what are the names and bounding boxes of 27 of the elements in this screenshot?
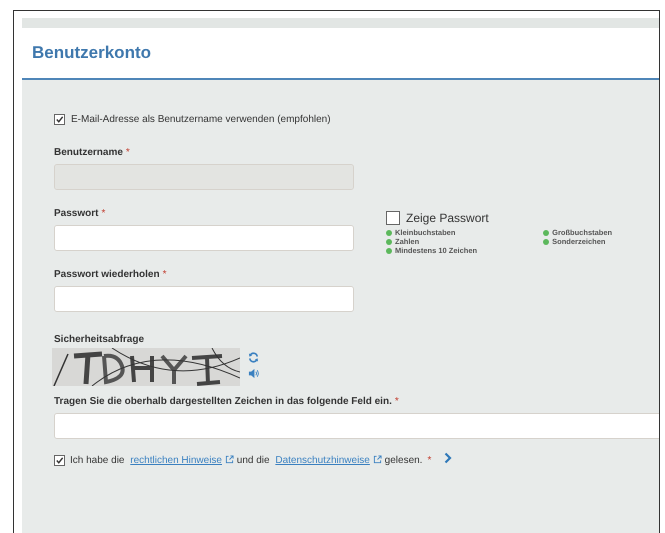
link[interactable]: rechtlichen Hinweise: [130, 455, 222, 466]
required-mark: *: [427, 455, 432, 466]
checkbox-label: E-Mail-Adresse als Benutzername verwenden (empfohlen): [71, 114, 331, 125]
required-mark: *: [101, 208, 106, 219]
checkbox-label: Zeige Passwort: [406, 211, 489, 225]
external-link-icon[interactable]: [225, 455, 234, 464]
field-label: Passwort: [54, 208, 98, 219]
consent-text: Ich habe die rechtlichen Hinweise und die Datenschutzhinweise gelesen.: [70, 455, 422, 466]
required-mark: *: [394, 396, 399, 407]
input-field[interactable]: [54, 413, 659, 439]
required-mark: *: [162, 269, 166, 280]
field-label: Sicherheitsabfrage: [54, 334, 144, 345]
field-label: Passwort wiederholen: [54, 269, 160, 280]
field-label: Benutzername: [54, 147, 123, 158]
external-link-icon[interactable]: [372, 455, 382, 464]
field-label: Tragen Sie die oberhalb dargestellten Zeichen in das folgende Feld ein.: [54, 396, 392, 407]
chevron-right-icon[interactable]: [444, 452, 452, 464]
page-title: Benutzerkonto: [32, 43, 151, 63]
refresh-icon[interactable]: [248, 352, 259, 363]
input-field[interactable]: [54, 225, 354, 251]
input-field[interactable]: [54, 286, 354, 312]
checkbox[interactable]: [54, 114, 65, 125]
checkbox[interactable]: [54, 455, 65, 466]
checkbox[interactable]: [386, 211, 400, 225]
required-mark: *: [126, 147, 130, 158]
speaker-icon[interactable]: [248, 368, 259, 379]
link[interactable]: Datenschutzhinweise: [275, 455, 370, 466]
